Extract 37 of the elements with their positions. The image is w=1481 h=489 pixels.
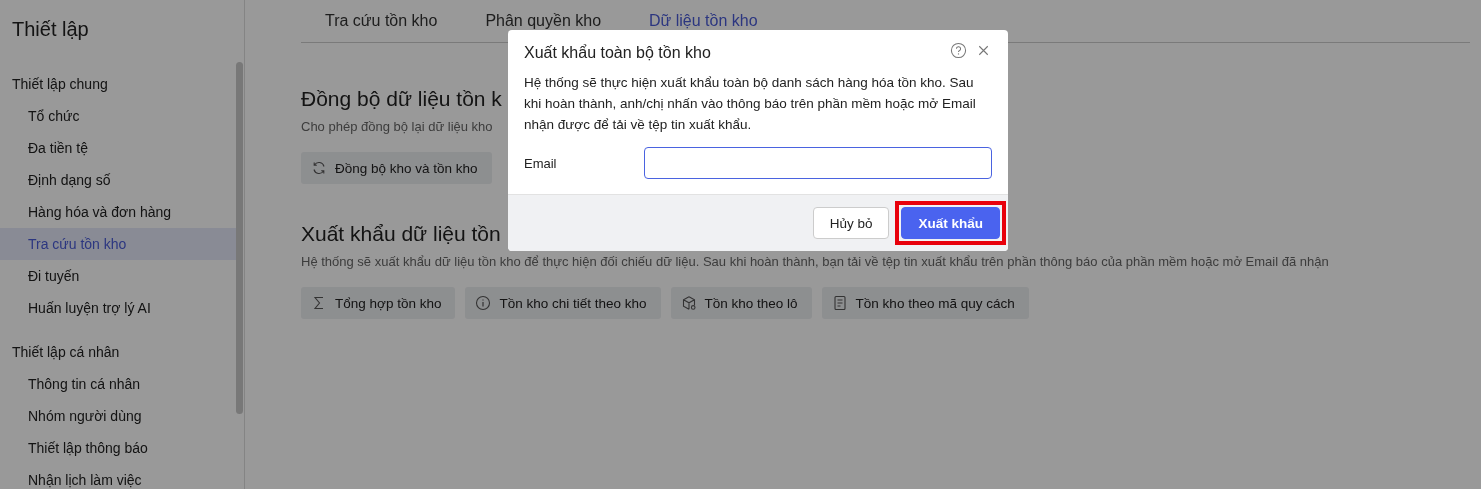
dialog-message: Hệ thống sẽ thực hiện xuất khẩu toàn bộ danh sách hàng hóa tồn kho. Sau khi hoàn thành, anh/chị nhấn vào thông báo trên phần mềm hoặc mở Email nhận được để tải về tệp tin xuất khẩu. [524,74,977,134]
cancel-button[interactable]: Hủy bỏ [812,207,890,239]
action-button[interactable]: Tổng hợp tồn kho [301,287,456,319]
export-button[interactable]: Xuất khẩu [901,207,1000,239]
section-title: Đồng bộ dữ liệu tồn k [301,87,502,111]
sidebar-item[interactable]: Đa tiền tệ [0,132,236,164]
tab[interactable]: Dữ liệu tồn kho [649,12,758,30]
sidebar-item[interactable]: Nhóm người dùng [0,400,236,432]
section-description: Cho phép đồng bộ lại dữ liệu kho [301,119,493,134]
section-title: Xuất khẩu dữ liệu tồn [301,222,501,246]
sidebar-item[interactable]: Tổ chức [0,100,236,132]
sidebar-title: Thiết lập [11,17,90,42]
sidebar-group-label: Thiết lập chung [11,75,109,94]
field-label: Email [524,155,558,171]
sidebar-group-label: Thiết lập cá nhân [11,343,121,362]
dialog-title: Xuất khẩu toàn bộ tồn kho [524,43,712,62]
sidebar-item[interactable]: Hàng hóa và đơn hàng [0,196,236,228]
sidebar-item[interactable]: Định dạng số [0,164,236,196]
section-description: Hệ thống sẽ xuất khẩu dữ liệu tồn kho để thực hiện đối chiếu dữ liệu. Sau khi hoàn thành, bạn tải về tệp tin xuất khẩu trên phần thông báo của phần mềm hoặc mở Email đã nhận [301,254,1329,269]
refresh-icon [311,160,327,176]
scrollbar-thumb[interactable] [236,62,243,414]
document-icon [831,295,848,311]
info-icon [475,295,492,311]
sidebar-item[interactable]: Đi tuyến [0,260,236,292]
box-icon [680,295,697,311]
action-button[interactable]: Tồn kho theo lô [670,287,812,319]
tab[interactable]: Phân quyền kho [485,12,602,30]
sidebar-item[interactable]: Huấn luyện trợ lý AI [0,292,236,324]
action-button[interactable]: Đồng bộ kho và tồn kho [301,152,492,184]
sidebar-item[interactable]: Nhận lịch làm việc [0,464,236,489]
email-field[interactable] [644,147,992,179]
sidebar-item[interactable]: Thiết lập thông báo [0,432,236,464]
tab[interactable]: Tra cứu tồn kho [325,12,438,30]
sidebar-item[interactable]: Thông tin cá nhân [0,368,236,400]
help-icon[interactable] [950,41,967,59]
action-button[interactable]: Tồn kho chi tiết theo kho [465,287,661,319]
action-button[interactable]: Tồn kho theo mã quy cách [821,287,1029,319]
